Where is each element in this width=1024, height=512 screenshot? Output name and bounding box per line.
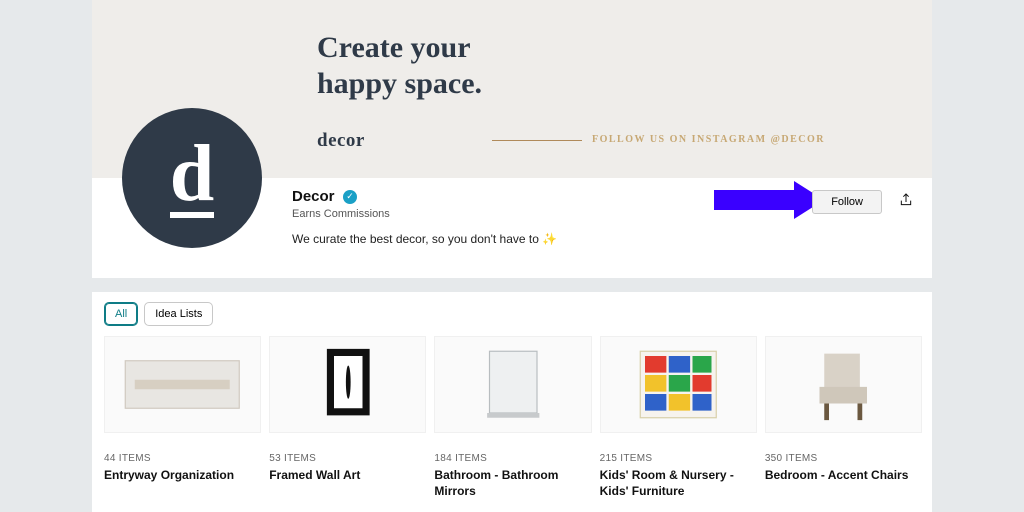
item-count: 184 ITEMS — [434, 453, 589, 464]
banner-line1: Create your — [317, 31, 471, 64]
thumbnail-mirror — [434, 336, 591, 433]
item-count: 215 ITEMS — [600, 453, 755, 464]
avatar-letter: d — [170, 134, 215, 214]
item-count: 350 ITEMS — [765, 453, 920, 464]
card-grid: 44 ITEMS Entryway Organization 53 ITEMS … — [104, 336, 920, 499]
banner-line2: happy space. — [317, 67, 482, 100]
tab-idea-lists[interactable]: Idea Lists — [144, 302, 213, 326]
profile-bar: d Decor ✓ Earns Commissions We curate th… — [92, 178, 932, 278]
profile-description: We curate the best decor, so you don't h… — [292, 232, 912, 246]
item-title: Entryway Organization — [104, 468, 259, 484]
banner-follow-text: FOLLOW US ON INSTAGRAM @DECOR — [592, 134, 825, 145]
follow-button[interactable]: Follow — [812, 190, 882, 214]
list-item[interactable]: 215 ITEMS Kids' Room & Nursery - Kids' F… — [600, 336, 755, 499]
list-item[interactable]: 53 ITEMS Framed Wall Art — [269, 336, 424, 499]
list-item[interactable]: 350 ITEMS Bedroom - Accent Chairs — [765, 336, 920, 499]
page: Create your happy space. decor FOLLOW US… — [92, 0, 932, 512]
tabs: All Idea Lists — [104, 302, 920, 326]
banner-headline: Create your happy space. — [317, 30, 482, 102]
thumbnail-kids-furniture — [600, 336, 757, 433]
profile-name: Decor — [292, 188, 335, 205]
item-title: Framed Wall Art — [269, 468, 424, 484]
list-item[interactable]: 44 ITEMS Entryway Organization — [104, 336, 259, 499]
item-title: Kids' Room & Nursery - Kids' Furniture — [600, 468, 755, 499]
item-count: 44 ITEMS — [104, 453, 259, 464]
avatar[interactable]: d — [122, 108, 262, 248]
item-title: Bedroom - Accent Chairs — [765, 468, 920, 484]
item-count: 53 ITEMS — [269, 453, 424, 464]
banner-divider — [492, 140, 582, 141]
banner-logo-text: decor — [317, 130, 365, 152]
annotation-arrow — [714, 181, 824, 219]
idea-lists-section: All Idea Lists 44 ITEMS Entryway Organiz… — [92, 292, 932, 512]
tab-all[interactable]: All — [104, 302, 138, 326]
thumbnail-accent-chair — [765, 336, 922, 433]
thumbnail-framed-art — [269, 336, 426, 433]
thumbnail-entryway — [104, 336, 261, 433]
verified-icon: ✓ — [343, 190, 357, 204]
list-item[interactable]: 184 ITEMS Bathroom - Bathroom Mirrors — [434, 336, 589, 499]
item-title: Bathroom - Bathroom Mirrors — [434, 468, 589, 499]
share-icon[interactable] — [898, 192, 914, 208]
